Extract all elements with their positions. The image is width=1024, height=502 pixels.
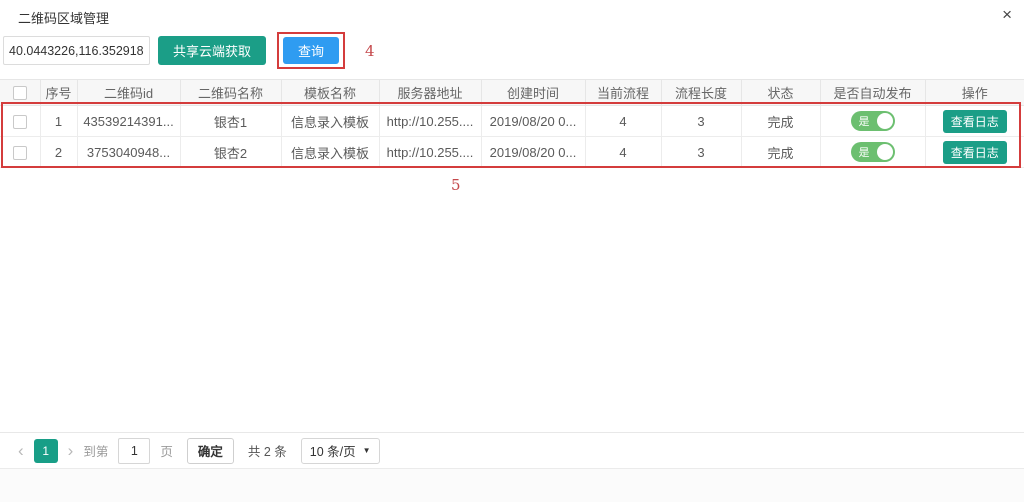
cell-template: 信息录入模板 <box>281 137 379 168</box>
annotation-4: 4 <box>365 42 375 60</box>
cell-created: 2019/08/20 0... <box>481 137 585 168</box>
confirm-button[interactable]: 确定 <box>187 438 234 464</box>
cell-status: 完成 <box>741 137 820 168</box>
page-title: 二维码区域管理 <box>18 8 109 27</box>
cell-current-flow: 4 <box>585 106 661 137</box>
toggle-label: 是 <box>859 113 870 129</box>
query-highlight-box: 查询 <box>277 32 345 69</box>
annotation-5: 5 <box>451 176 461 194</box>
page-1-button[interactable]: 1 <box>34 439 58 463</box>
col-created: 创建时间 <box>481 80 585 106</box>
cell-qr-id: 43539214391... <box>77 106 180 137</box>
shared-cloud-fetch-button[interactable]: 共享云端获取 <box>158 36 266 65</box>
cell-index: 2 <box>40 137 77 168</box>
col-template: 模板名称 <box>281 80 379 106</box>
pagination-divider <box>0 432 1024 433</box>
toggle-label: 是 <box>859 144 870 160</box>
page-background <box>0 468 1024 502</box>
table-header-row: 序号 二维码id 二维码名称 模板名称 服务器地址 创建时间 当前流程 流程长度… <box>0 80 1024 106</box>
col-auto-publish: 是否自动发布 <box>820 80 925 106</box>
total-count-label: 共 2 条 <box>248 441 287 460</box>
cell-template: 信息录入模板 <box>281 106 379 137</box>
goto-page-input[interactable] <box>118 438 150 464</box>
view-log-button[interactable]: 查看日志 <box>943 110 1007 133</box>
chevron-down-icon: ▼ <box>363 446 371 455</box>
table-row: 1 43539214391... 银杏1 信息录入模板 http://10.25… <box>0 106 1024 137</box>
auto-publish-toggle[interactable]: 是 <box>851 142 895 162</box>
qr-table: 序号 二维码id 二维码名称 模板名称 服务器地址 创建时间 当前流程 流程长度… <box>0 79 1024 168</box>
col-qr-id: 二维码id <box>77 80 180 106</box>
cell-current-flow: 4 <box>585 137 661 168</box>
cell-index: 1 <box>40 106 77 137</box>
auto-publish-toggle[interactable]: 是 <box>851 111 895 131</box>
row-checkbox[interactable] <box>13 115 27 129</box>
cell-status: 完成 <box>741 106 820 137</box>
col-index: 序号 <box>40 80 77 106</box>
select-all-checkbox[interactable] <box>13 86 27 100</box>
cell-server: http://10.255.... <box>379 137 481 168</box>
col-status: 状态 <box>741 80 820 106</box>
cell-created: 2019/08/20 0... <box>481 106 585 137</box>
col-current-flow: 当前流程 <box>585 80 661 106</box>
page-unit-label: 页 <box>160 441 173 460</box>
toggle-knob-icon <box>877 144 893 160</box>
col-actions: 操作 <box>925 80 1024 106</box>
pagination: ‹ 1 › 到第 页 确定 共 2 条 10 条/页 ▼ <box>14 437 380 464</box>
close-icon[interactable]: × <box>1002 5 1012 25</box>
cell-flow-length: 3 <box>661 106 741 137</box>
row-checkbox[interactable] <box>13 146 27 160</box>
prev-page-icon[interactable]: ‹ <box>14 439 28 463</box>
view-log-button[interactable]: 查看日志 <box>943 141 1007 164</box>
cell-qr-id: 3753040948... <box>77 137 180 168</box>
coordinates-input[interactable] <box>3 36 150 65</box>
cell-qr-name: 银杏1 <box>180 106 281 137</box>
page-size-value: 10 条/页 <box>310 441 356 460</box>
cell-qr-name: 银杏2 <box>180 137 281 168</box>
cell-server: http://10.255.... <box>379 106 481 137</box>
next-page-icon[interactable]: › <box>64 439 78 463</box>
col-server: 服务器地址 <box>379 80 481 106</box>
query-button[interactable]: 查询 <box>283 37 339 64</box>
goto-label: 到第 <box>83 441 108 460</box>
table-row: 2 3753040948... 银杏2 信息录入模板 http://10.255… <box>0 137 1024 168</box>
col-flow-length: 流程长度 <box>661 80 741 106</box>
col-qr-name: 二维码名称 <box>180 80 281 106</box>
toolbar: 共享云端获取 查询 4 <box>3 32 375 69</box>
toggle-knob-icon <box>877 113 893 129</box>
page-size-select[interactable]: 10 条/页 ▼ <box>301 438 380 464</box>
cell-flow-length: 3 <box>661 137 741 168</box>
